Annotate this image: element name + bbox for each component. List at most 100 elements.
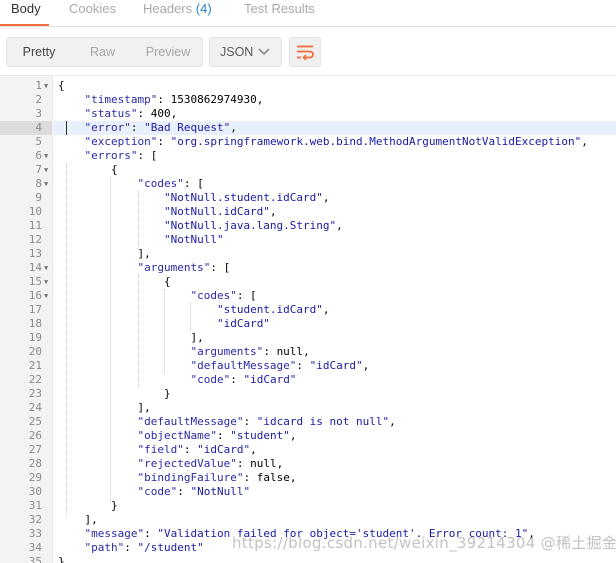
line-number: 26: [28, 429, 42, 442]
code-text: "arguments": null,: [190, 345, 310, 358]
line-number: 16: [28, 289, 42, 302]
line-number: 14: [28, 261, 42, 274]
code-text: }: [58, 499, 118, 512]
fold-toggle-icon[interactable]: ▼: [44, 289, 48, 303]
code-text: "arguments": [: [137, 261, 231, 274]
code-line: 22 "code": "idCard": [0, 373, 616, 387]
code-text: ],: [58, 331, 204, 344]
format-select[interactable]: JSON: [209, 37, 282, 67]
active-tab-indicator: [0, 24, 49, 26]
code-text: {: [58, 275, 171, 288]
code-text: {: [58, 163, 118, 176]
line-number: 6: [35, 149, 42, 162]
code-text: "codes": [: [137, 177, 204, 190]
tab-headers-count: (4): [195, 1, 212, 16]
line-number: 31: [28, 499, 42, 512]
code-text: "objectName": "student",: [137, 429, 297, 442]
code-line: 9 "NotNull.student.idCard",: [0, 191, 616, 205]
code-text: "code": "idCard": [190, 373, 297, 386]
code-line: 16 ▼ "codes": [: [0, 289, 616, 303]
code-line: 17 "student.idCard",: [0, 303, 616, 317]
code-text: "code": "NotNull": [137, 485, 251, 498]
body-toolbar: Pretty Raw Preview JSON: [0, 27, 616, 75]
code-text: "idCard": [216, 317, 270, 330]
format-select-value: JSON: [220, 45, 254, 59]
response-body-editor[interactable]: 1 ▼{2 "timestamp": 1530862974930, 3 "statu…: [0, 75, 616, 563]
code-line: 21 "defaultMessage": "idCard",: [0, 359, 616, 373]
code-line: 5 "exception": "org.springframework.web.…: [0, 135, 616, 149]
response-viewer: Body Cookies Headers (4) Test Results Pr…: [0, 0, 616, 563]
fold-toggle-icon[interactable]: ▼: [44, 163, 48, 177]
text-cursor: [66, 121, 67, 135]
line-number: 8: [35, 177, 42, 190]
tab-test-results-label: Test Results: [244, 1, 315, 16]
line-number: 29: [28, 471, 42, 484]
line-number: 13: [28, 247, 42, 260]
wrap-lines-button[interactable]: [289, 37, 321, 67]
line-number: 34: [28, 541, 42, 554]
code-text: "bindingFailure": false,: [137, 471, 297, 484]
line-number: 19: [28, 331, 42, 344]
fold-toggle-icon[interactable]: ▼: [44, 149, 48, 163]
line-number: 10: [28, 205, 42, 218]
code-text: ],: [58, 513, 98, 526]
code-text: "rejectedValue": null,: [137, 457, 284, 470]
code-line: 24 ],: [0, 401, 616, 415]
line-number: 1: [35, 79, 42, 92]
code-line: 6 ▼ "errors": [: [0, 149, 616, 163]
fold-toggle-icon[interactable]: ▼: [44, 261, 48, 275]
line-number: 35: [28, 555, 42, 563]
view-preview-button[interactable]: Preview: [134, 38, 202, 66]
code-line: 28 "rejectedValue": null,: [0, 457, 616, 471]
code-text: "exception": "org.springframework.web.bi…: [84, 135, 588, 148]
code-text: "status": 400,: [84, 107, 178, 120]
line-number: 27: [28, 443, 42, 456]
code-line: 11 "NotNull.java.lang.String",: [0, 219, 616, 233]
code-text: "NotNull.student.idCard",: [163, 191, 330, 204]
line-number: 28: [28, 457, 42, 470]
watermark-text: https://blog.csdn.net/weixin_39214304 @稀…: [232, 534, 616, 552]
code-line: 12 "NotNull": [0, 233, 616, 247]
code-line: 2 "timestamp": 1530862974930,: [0, 93, 616, 107]
tab-headers[interactable]: Headers (4): [143, 1, 212, 25]
code-line: 3 "status": 400,: [0, 107, 616, 121]
line-number: 18: [28, 317, 42, 330]
code-text: "field": "idCard",: [137, 443, 257, 456]
view-raw-button[interactable]: Raw: [71, 38, 134, 66]
code-text: {: [58, 79, 65, 92]
line-number: 17: [28, 303, 42, 316]
line-number: 4: [35, 121, 42, 134]
code-text: "NotNull.idCard",: [163, 205, 277, 218]
tab-headers-label: Headers: [143, 1, 193, 16]
tab-body-label: Body: [11, 1, 41, 16]
tab-body[interactable]: Body: [11, 1, 41, 25]
code-text: ],: [58, 247, 151, 260]
fold-toggle-icon[interactable]: ▼: [44, 275, 48, 289]
code-line: 4 "error": "Bad Request",: [0, 121, 616, 135]
line-number: 2: [35, 93, 42, 106]
code-line: 31 }: [0, 499, 616, 513]
fold-toggle-icon[interactable]: ▼: [44, 79, 48, 93]
line-number: 23: [28, 387, 42, 400]
code-text: "codes": [: [190, 289, 257, 302]
line-number: 25: [28, 415, 42, 428]
line-number: 3: [35, 107, 42, 120]
line-number: 5: [35, 135, 42, 148]
line-number: 9: [35, 191, 42, 204]
code-text: "NotNull": [163, 233, 224, 246]
line-number: 15: [28, 275, 42, 288]
view-pretty-button[interactable]: Pretty: [7, 38, 71, 66]
code-text: }: [58, 555, 65, 563]
code-text: "error": "Bad Request",: [84, 121, 237, 134]
tab-cookies[interactable]: Cookies: [69, 1, 116, 25]
code-text: "defaultMessage": "idcard is not null",: [137, 415, 396, 428]
code-text: "defaultMessage": "idCard",: [190, 359, 370, 372]
code-line: 18 "idCard": [0, 317, 616, 331]
tab-test-results[interactable]: Test Results: [244, 1, 315, 25]
code-text: "timestamp": 1530862974930,: [84, 93, 264, 106]
code-line: 29 "bindingFailure": false,: [0, 471, 616, 485]
code-line: 15 ▼ {: [0, 275, 616, 289]
fold-toggle-icon[interactable]: ▼: [44, 177, 48, 191]
line-number: 20: [28, 345, 42, 358]
code-line: 32 ],: [0, 513, 616, 527]
